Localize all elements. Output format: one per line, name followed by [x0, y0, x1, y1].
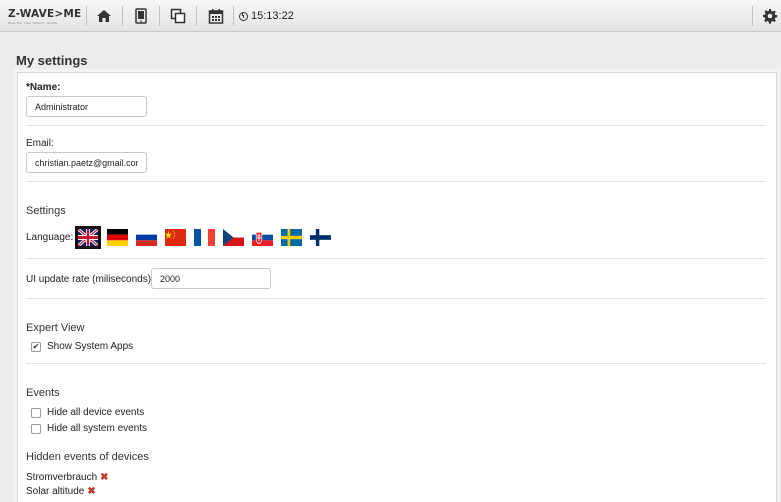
- divider: [86, 6, 87, 26]
- events-title: Events: [26, 387, 60, 399]
- clock-time: 15:13:22: [251, 10, 294, 22]
- email-input[interactable]: [26, 152, 147, 173]
- flag-french-icon[interactable]: [194, 229, 215, 246]
- flag-czech-icon[interactable]: [223, 229, 244, 246]
- name-label: *Name:: [26, 82, 61, 93]
- language-label: Language:: [26, 232, 74, 243]
- page-title: My settings: [16, 53, 88, 68]
- zwave-logo[interactable]: Z-WAVE>ME BEHIND THE SMART HOME: [8, 9, 81, 25]
- logo-text: Z-WAVE>ME: [8, 8, 82, 20]
- settings-title: Settings: [26, 205, 66, 217]
- hide-system-events-label: Hide all system events: [47, 423, 148, 434]
- settings-panel: [17, 72, 777, 502]
- divider: [26, 363, 766, 364]
- show-system-apps-label: Show System Apps: [47, 341, 134, 352]
- home-icon[interactable]: [96, 8, 112, 24]
- flag-german-icon[interactable]: [107, 229, 128, 246]
- hide-device-events-checkbox[interactable]: [31, 408, 41, 418]
- copy-icon[interactable]: [170, 8, 186, 24]
- hidden-device-item: Stromverbrauch ✖: [26, 472, 109, 483]
- divider: [752, 6, 753, 26]
- flag-finnish-icon[interactable]: [310, 229, 331, 246]
- flag-chinese-icon[interactable]: [165, 229, 186, 246]
- divider: [26, 181, 766, 182]
- divider: [196, 6, 197, 26]
- hide-system-events-checkbox[interactable]: [31, 424, 41, 434]
- tablet-icon[interactable]: [133, 8, 149, 24]
- name-input[interactable]: [26, 96, 147, 117]
- show-system-apps-checkbox[interactable]: ✔: [31, 342, 41, 352]
- flag-russian-icon[interactable]: [136, 229, 157, 246]
- remove-icon[interactable]: ✖: [100, 472, 108, 483]
- flag-english-icon[interactable]: [75, 226, 101, 249]
- flag-swedish-icon[interactable]: [281, 229, 302, 246]
- divider: [26, 298, 766, 299]
- divider: [26, 258, 766, 259]
- hidden-device-name: Solar altitude: [26, 486, 85, 497]
- top-navbar: Z-WAVE>ME BEHIND THE SMART HOME 15:13:22: [0, 0, 781, 32]
- divider: [26, 125, 766, 126]
- flag-slovak-icon[interactable]: [252, 229, 273, 246]
- clock: 15:13:22: [239, 10, 294, 22]
- logo-tagline: BEHIND THE SMART HOME: [8, 20, 58, 25]
- divider: [159, 6, 160, 26]
- divider: [233, 6, 234, 26]
- divider: [122, 6, 123, 26]
- expert-view-title: Expert View: [26, 322, 85, 334]
- clock-icon: [239, 11, 248, 21]
- calendar-icon[interactable]: [208, 8, 224, 24]
- hidden-devices-title: Hidden events of devices: [26, 451, 149, 463]
- gear-icon[interactable]: [762, 8, 778, 24]
- hidden-device-item: Solar altitude ✖: [26, 486, 96, 497]
- remove-icon[interactable]: ✖: [87, 486, 95, 497]
- rate-input[interactable]: [151, 268, 271, 289]
- hide-device-events-label: Hide all device events: [47, 407, 145, 418]
- email-label: Email:: [26, 138, 54, 149]
- rate-label: UI update rate (miliseconds):: [26, 274, 154, 285]
- hidden-device-name: Stromverbrauch: [26, 472, 98, 483]
